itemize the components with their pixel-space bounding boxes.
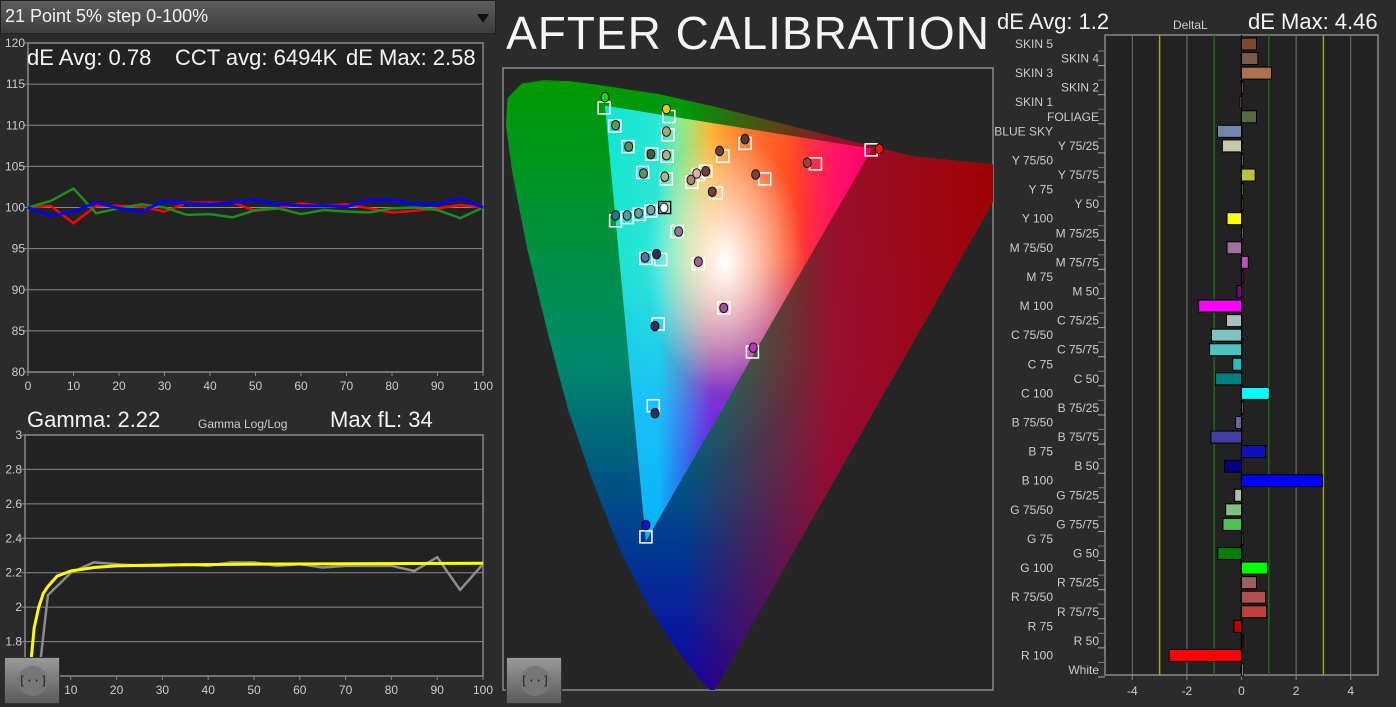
x-tick-label: 4 [1347, 684, 1354, 698]
bar [1210, 430, 1242, 444]
category-label: SKIN 5 [1015, 37, 1053, 51]
category-label: G 50 [1073, 547, 1099, 561]
category-label: Y 75/50 [1012, 153, 1053, 167]
bar [1241, 590, 1267, 604]
bar [1241, 255, 1249, 269]
x-tick-label: 2 [1293, 684, 1300, 698]
bar [1217, 547, 1243, 561]
bar [1241, 52, 1259, 66]
bar [1226, 212, 1243, 226]
category-label: Y 75 [1029, 183, 1054, 197]
category-label: R 75 [1028, 619, 1054, 633]
bar [1241, 561, 1268, 575]
category-label: R 75/50 [1011, 590, 1053, 604]
category-label: G 75/75 [1056, 517, 1099, 531]
bar [1241, 183, 1244, 197]
category-label: G 75/50 [1010, 503, 1053, 517]
x-tick-label: -2 [1182, 684, 1193, 698]
bar [1239, 95, 1243, 109]
bar [1215, 372, 1242, 386]
category-label: Y 75/75 [1058, 168, 1099, 182]
category-label: M 75/50 [1010, 241, 1054, 255]
bar [1168, 648, 1243, 662]
bar [1210, 328, 1242, 342]
bar [1241, 576, 1258, 590]
bar [1241, 474, 1324, 488]
x-tick-label: -4 [1127, 684, 1138, 698]
category-label: BLUE SKY [994, 124, 1053, 138]
bar [1241, 663, 1244, 677]
deltal-de-max: dE Max: 4.46 [1248, 9, 1378, 34]
bar [1241, 445, 1267, 459]
bar [1224, 459, 1242, 473]
category-label: M 50 [1072, 284, 1099, 298]
category-label: M 75/25 [1056, 226, 1100, 240]
bar [1234, 416, 1243, 430]
category-label: B 100 [1022, 474, 1054, 488]
bar [1209, 343, 1242, 357]
category-label: SKIN 3 [1015, 66, 1053, 80]
bar [1221, 139, 1243, 153]
bar [1241, 110, 1258, 124]
bar [1234, 488, 1243, 502]
bar [1225, 503, 1243, 517]
category-label: M 100 [1020, 299, 1054, 313]
category-label: M 75 [1026, 270, 1053, 284]
category-label: R 75/75 [1057, 605, 1099, 619]
category-label: M 75/75 [1056, 255, 1100, 269]
category-label: FOLIAGE [1047, 110, 1099, 124]
category-label: R 50 [1074, 634, 1100, 648]
bar [1241, 270, 1244, 284]
bar [1241, 81, 1244, 95]
bar [1241, 197, 1244, 211]
category-label: B 75/25 [1058, 401, 1100, 415]
bar [1198, 299, 1243, 313]
bar [1225, 314, 1242, 328]
bar [1241, 605, 1268, 619]
category-label: SKIN 1 [1015, 95, 1053, 109]
bar [1216, 124, 1242, 138]
category-label: B 75/75 [1058, 430, 1100, 444]
deltal-de-avg: dE Avg: 1.2 [997, 9, 1110, 34]
category-label: C 75/75 [1057, 343, 1099, 357]
category-label: R 100 [1021, 648, 1053, 662]
category-label: B 75 [1028, 445, 1053, 459]
bar [1233, 619, 1242, 633]
bar [1232, 357, 1243, 371]
bar [1241, 532, 1244, 546]
bar [1241, 634, 1244, 648]
category-label: White [1068, 663, 1099, 677]
category-label: B 50 [1074, 459, 1099, 473]
category-label: G 75 [1027, 532, 1053, 546]
category-label: C 75/50 [1011, 328, 1053, 342]
bar [1222, 517, 1243, 531]
deltal-mode-label: DeltaL [1173, 18, 1208, 32]
bar [1241, 226, 1244, 240]
bar [1241, 66, 1273, 80]
deltal-chart: -4 -2 0 2 4 SKIN 5 SKIN 4 SKIN 3 SKIN 2 SKIN 1FOL… [994, 34, 1379, 698]
category-label: Y 50 [1075, 197, 1100, 211]
category-label: C 75/25 [1057, 314, 1099, 328]
category-label: R 75/25 [1057, 576, 1099, 590]
category-label: G 100 [1020, 561, 1053, 575]
x-tick-label: 0 [1238, 684, 1245, 698]
bar [1226, 241, 1243, 255]
category-label: Y 75/25 [1058, 139, 1099, 153]
category-label: Y 100 [1022, 212, 1053, 226]
category-label: C 75 [1028, 357, 1054, 371]
bar [1241, 37, 1258, 51]
category-label: SKIN 2 [1061, 81, 1099, 95]
bar [1241, 401, 1244, 415]
bar [1241, 153, 1244, 167]
category-label: B 75/50 [1012, 416, 1054, 430]
bar [1241, 168, 1256, 182]
category-label: C 50 [1074, 372, 1100, 386]
bar [1241, 386, 1270, 400]
category-label: C 100 [1021, 386, 1053, 400]
category-label: G 75/25 [1056, 488, 1099, 502]
category-label: SKIN 4 [1061, 52, 1099, 66]
bar [1236, 284, 1243, 298]
